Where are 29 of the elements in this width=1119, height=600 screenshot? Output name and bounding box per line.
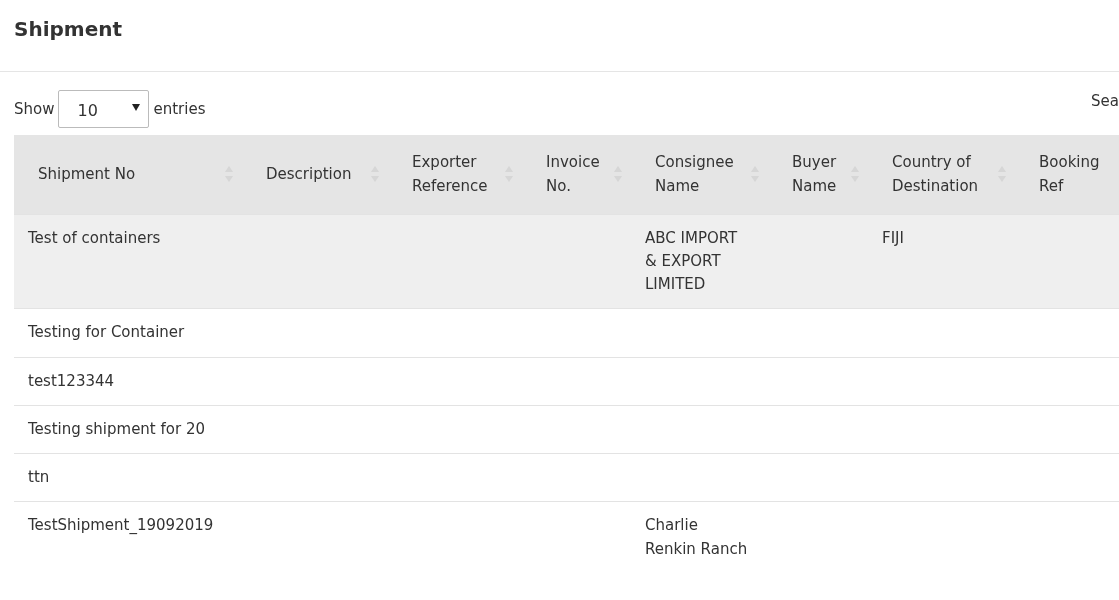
table-cell: FIJI	[882, 228, 904, 247]
search-label: Sea	[1091, 91, 1119, 112]
column-header[interactable]: Description	[242, 135, 388, 214]
column-header[interactable]: Booking Ref	[1015, 135, 1119, 214]
table-cell: Testing for Container	[28, 323, 185, 342]
column-header[interactable]: Buyer Name	[768, 135, 868, 214]
table-cell: Test of containers	[28, 228, 161, 247]
caret-icon	[132, 104, 141, 111]
entries-select[interactable]: 10	[58, 90, 150, 128]
table-cell: Charlie Renkin Ranch	[645, 516, 748, 558]
table-row[interactable]: test123344	[14, 357, 1119, 406]
page-title: Shipment	[0, 0, 1119, 72]
table-cell: ttn	[28, 468, 50, 486]
table-row[interactable]: Testing for Container	[14, 308, 1119, 357]
table-row[interactable]: TestShipment_19092019 Charlie Renkin Ranch	[14, 501, 1119, 573]
table-row[interactable]: ttn	[14, 453, 1119, 502]
entries-label: entries	[153, 98, 206, 120]
column-header[interactable]: Country of Destination	[868, 135, 1015, 214]
table-row[interactable]: Testing shipment for 20	[14, 405, 1119, 454]
table-cell: Testing shipment for 20	[28, 419, 205, 438]
table-cell: test123344	[28, 371, 115, 390]
table-cell: ABC IMPORT & EXPORT LIMITED	[645, 228, 738, 293]
show-label: Show	[14, 98, 55, 120]
column-header[interactable]: Shipment No	[14, 135, 242, 214]
column-header[interactable]: Invoice No.	[522, 135, 631, 214]
column-header[interactable]: Consignee Name	[631, 135, 768, 214]
table-cell: TestShipment_19092019	[28, 516, 214, 535]
table-row[interactable]: Test of containers ABC IMPORT & EXPORT LIMITED FIJI	[14, 214, 1119, 309]
column-header[interactable]: Exporter Reference	[388, 135, 522, 214]
